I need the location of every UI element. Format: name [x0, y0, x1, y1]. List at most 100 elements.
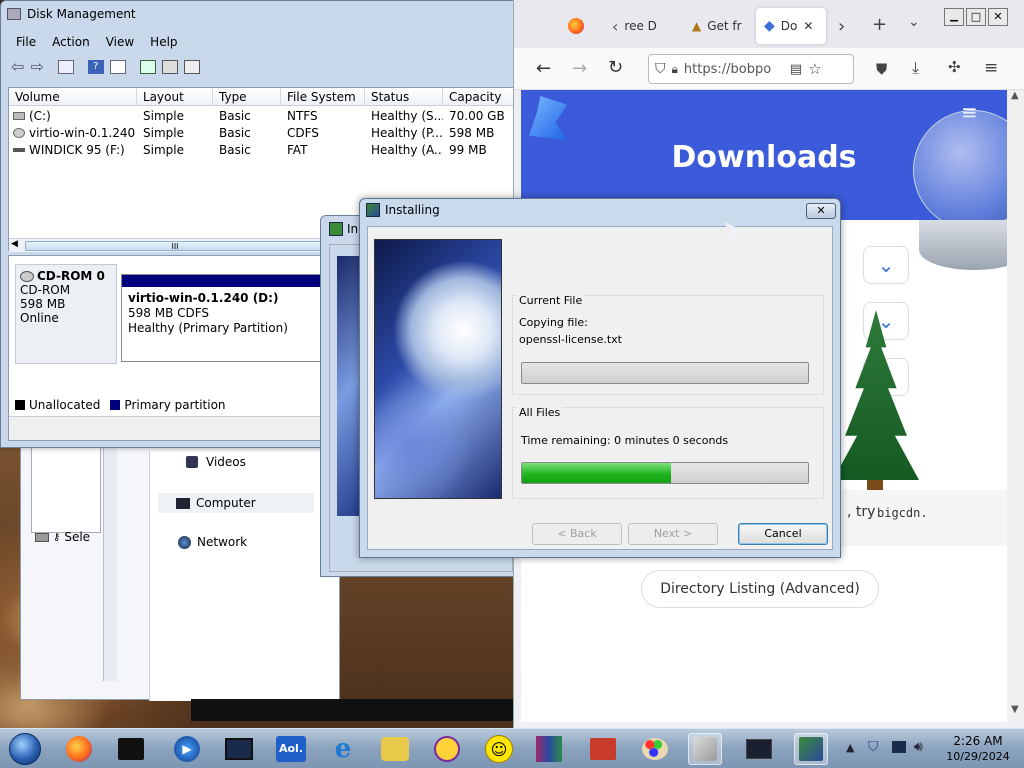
col-volume[interactable]: Volume — [9, 88, 137, 106]
close-icon[interactable]: ✕ — [803, 19, 813, 33]
firefox-view-icon[interactable] — [568, 18, 584, 34]
menu-hamburger-icon[interactable]: ≡ — [984, 58, 998, 78]
current-file-group-label: Current File — [517, 294, 585, 307]
taskbar-firefox[interactable] — [62, 733, 96, 765]
windows-orb-icon — [9, 733, 41, 765]
extensions-icon[interactable]: ✣ — [948, 58, 961, 76]
cell-capacity: 70.00 GB — [449, 109, 505, 123]
page-scrollbar[interactable]: ▲ ▼ — [1008, 90, 1024, 722]
reload-icon[interactable]: ↻ — [608, 57, 623, 78]
menu-help[interactable]: Help — [142, 35, 185, 49]
cell-file-system: NTFS — [287, 109, 318, 123]
installer-back-titlebar: In — [329, 222, 358, 236]
scroll-up-icon[interactable]: ▲ — [1011, 90, 1019, 101]
tab-2-label: Get fr — [707, 19, 742, 33]
installer-artwork — [374, 239, 502, 499]
pocket-icon[interactable]: ⛊ — [876, 60, 887, 78]
nav-item-network[interactable]: Network — [178, 535, 247, 549]
chevron-right-icon[interactable]: › — [838, 16, 845, 37]
partition-size: 598 MB CDFS — [128, 306, 210, 320]
cancel-button[interactable]: Cancel — [738, 523, 828, 545]
taskbar-media-player[interactable]: ▶ — [170, 733, 204, 765]
back-arrow-icon[interactable]: ⇦ — [11, 57, 24, 76]
back-icon[interactable]: ← — [536, 58, 551, 79]
taskbar-winrar[interactable] — [532, 733, 566, 765]
taskbar-toolbox[interactable] — [586, 733, 620, 765]
forward-icon[interactable]: → — [572, 58, 587, 79]
col-status[interactable]: Status — [365, 88, 443, 106]
cell-status: Healthy (P... — [371, 126, 443, 140]
volume-tray-icon[interactable]: 🔊︎ — [914, 739, 923, 755]
network-tray-icon[interactable] — [892, 741, 906, 753]
taskbar-smiley[interactable]: ☺ — [482, 733, 516, 765]
list-tabs-icon[interactable]: ⌄ — [908, 14, 920, 30]
col-layout[interactable]: Layout — [137, 88, 213, 106]
tab-warning-icon: ▲ — [692, 19, 702, 33]
next-button[interactable]: Next > — [628, 523, 718, 545]
reader-view-icon[interactable]: ▤ — [790, 62, 802, 77]
close-window-icon[interactable]: ✕ — [988, 8, 1008, 26]
taskbar-messenger[interactable] — [378, 733, 412, 765]
start-button[interactable] — [8, 733, 42, 765]
menu-action[interactable]: Action — [44, 35, 98, 49]
back-button[interactable]: < Back — [532, 523, 622, 545]
cell-layout: Simple — [143, 126, 184, 140]
table-row[interactable]: WINDICK 95 (F:) Simple Basic FAT Healthy… — [9, 142, 515, 159]
check-icon[interactable] — [183, 59, 200, 74]
taskbar-app-black[interactable] — [114, 733, 148, 765]
taskbar-internet-explorer[interactable]: e — [326, 733, 360, 765]
taskbar-disk-management[interactable] — [742, 733, 776, 765]
lock-icon[interactable]: 🔒︎ — [672, 62, 678, 77]
tab-1[interactable]: ‹ ree D — [604, 8, 688, 44]
clock[interactable]: 2:26 AM 10/29/2024 — [936, 733, 1020, 767]
tab-site-icon: ◆ — [764, 18, 775, 34]
installer-icon — [366, 203, 380, 217]
taskbar-aol[interactable]: Aol. — [274, 733, 308, 765]
winrar-icon — [536, 736, 562, 762]
new-tab-icon[interactable]: + — [872, 14, 887, 35]
taskbar-installer[interactable] — [688, 733, 722, 765]
col-type[interactable]: Type — [213, 88, 281, 106]
tab-2[interactable]: ▲ Get fr — [684, 8, 754, 44]
scroll-thumb[interactable]: III — [25, 241, 325, 251]
table-row[interactable]: (C:) Simple Basic NTFS Healthy (S... 70.… — [9, 108, 515, 125]
nav-item-videos[interactable]: Videos — [186, 455, 246, 469]
maximize-icon[interactable]: □ — [966, 8, 986, 26]
drive-icon — [35, 532, 49, 542]
taskbar-paint[interactable] — [638, 733, 672, 765]
taskbar-yahoo[interactable] — [430, 733, 464, 765]
refresh-icon[interactable] — [139, 59, 156, 74]
tab-3-active[interactable]: ◆ Do ✕ — [756, 8, 826, 44]
help-icon[interactable]: ? — [87, 59, 104, 74]
installer-close-button[interactable]: ✕ — [806, 203, 836, 219]
show-hidden-icons[interactable]: ▲ — [846, 741, 854, 754]
taskbar-setup[interactable] — [794, 733, 828, 765]
download-icon[interactable]: ⤓ — [912, 58, 919, 78]
table-row[interactable]: virtio-win-0.1.240 ... Simple Basic CDFS… — [9, 125, 515, 142]
minimize-icon[interactable]: ▁ — [944, 8, 964, 26]
properties-icon[interactable] — [109, 59, 126, 74]
menu-view[interactable]: View — [98, 35, 142, 49]
col-file-system[interactable]: File System — [281, 88, 365, 106]
dropdown-1[interactable]: ⌄ — [863, 246, 909, 284]
nav-item-computer[interactable]: Computer — [158, 493, 314, 513]
bookmark-star-icon[interactable]: ☆ — [808, 60, 821, 78]
disk-info-panel[interactable]: CD-ROM 0 CD-ROM 598 MB Online — [15, 264, 117, 364]
partition-block[interactable]: virtio-win-0.1.240 (D:) 598 MB CDFS Heal… — [121, 274, 321, 362]
directory-listing-button[interactable]: Directory Listing (Advanced) — [641, 570, 879, 608]
console-tree-icon[interactable] — [57, 59, 74, 74]
col-capacity[interactable]: Capacity — [443, 88, 515, 106]
scroll-left-icon[interactable]: ◀ — [11, 239, 18, 249]
shield-icon[interactable]: ⛉ — [655, 61, 666, 77]
scroll-down-icon[interactable]: ▼ — [1011, 704, 1019, 715]
firefox-icon — [66, 736, 92, 762]
menu-file[interactable]: File — [8, 35, 44, 49]
settings-icon[interactable] — [161, 59, 178, 74]
taskbar-app-screen[interactable] — [222, 733, 256, 765]
cell-file-system: CDFS — [287, 126, 319, 140]
forward-arrow-icon[interactable]: ⇨ — [30, 57, 43, 76]
shield-tray-icon[interactable]: ⛉ — [868, 739, 879, 755]
current-file-group: Current File Copying file: openssl-licen… — [512, 294, 824, 395]
url-bar[interactable]: ⛉ 🔒︎ https://bobpo ▤ ☆ — [648, 54, 854, 84]
all-files-progress — [521, 462, 809, 484]
